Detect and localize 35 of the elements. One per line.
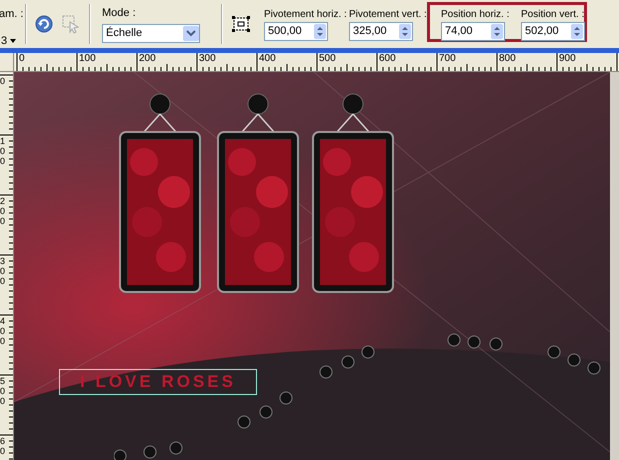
- field-label: Pivotement vert. :: [349, 8, 427, 22]
- number-field[interactable]: 500,00: [264, 22, 328, 40]
- dropdown-arrow-icon: [10, 38, 16, 43]
- ruler-label: 0: [0, 76, 7, 86]
- field-label: Position horiz. :: [441, 8, 510, 22]
- number-field[interactable]: 74,00: [441, 22, 505, 40]
- ruler-label: 200: [0, 196, 7, 226]
- ruler-label: 300: [0, 256, 7, 286]
- ruler-label: 60: [0, 436, 7, 456]
- ruler-label: 400: [0, 316, 7, 346]
- spin-arrows-icon[interactable]: [399, 24, 411, 39]
- spin-arrows-icon[interactable]: [314, 24, 326, 39]
- ruler-label: 100: [0, 136, 7, 166]
- ruler-label: 0: [19, 53, 26, 64]
- number-field[interactable]: 502,00: [521, 22, 585, 40]
- ruler-label: 900: [559, 53, 577, 64]
- number-field[interactable]: 325,00: [349, 22, 413, 40]
- ruler-label: 500: [0, 376, 7, 406]
- mode-label: Mode :: [102, 6, 137, 21]
- ruler-label: 800: [499, 53, 517, 64]
- ruler-label: 600: [379, 53, 397, 64]
- spin-arrows-icon[interactable]: [491, 24, 503, 39]
- size-dropdown[interactable]: 3: [1, 32, 25, 48]
- undo-icon[interactable]: [35, 15, 53, 33]
- ruler-label: 100: [79, 53, 97, 64]
- spin-arrows-icon[interactable]: [571, 24, 583, 39]
- mode-dropdown[interactable]: Échelle: [102, 24, 200, 42]
- ruler-label: 700: [439, 53, 457, 64]
- transform-box-icon[interactable]: [232, 16, 250, 32]
- ruler-label: 500: [319, 53, 337, 64]
- ruler-label: 300: [199, 53, 217, 64]
- field-label: Position vert. :: [521, 8, 584, 22]
- ruler-label: 200: [139, 53, 157, 64]
- ruler-label: 400: [259, 53, 277, 64]
- field-label: Pivotement horiz. :: [264, 8, 347, 22]
